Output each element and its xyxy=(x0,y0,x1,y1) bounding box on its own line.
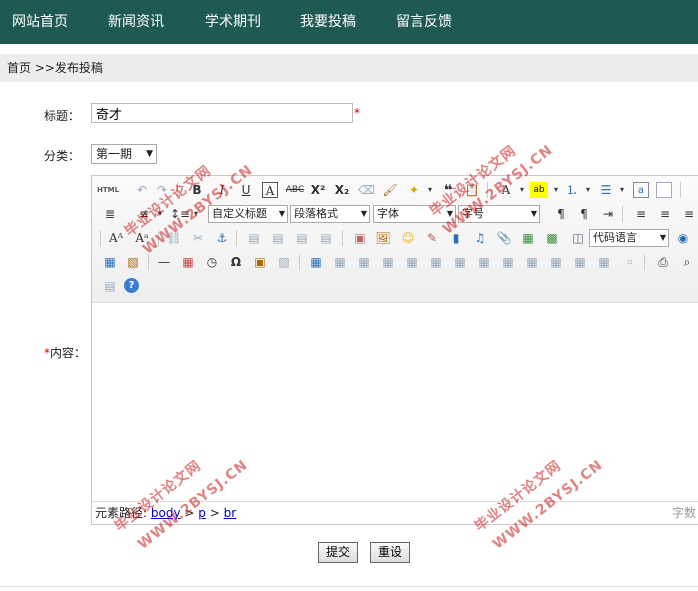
subscript-icon[interactable]: X₂ xyxy=(334,182,350,198)
strikethrough-icon[interactable]: ABC xyxy=(285,182,305,198)
scrawl-icon[interactable]: ✎ xyxy=(424,230,440,246)
insert-paragraph-before-table-icon[interactable]: ▦ xyxy=(356,254,372,270)
print-icon[interactable]: ⎙ xyxy=(655,254,671,270)
merge-cells-icon[interactable]: ▦ xyxy=(476,254,492,270)
snapscreen-icon[interactable]: ▨ xyxy=(276,254,292,270)
undo-icon[interactable]: ↶ xyxy=(134,182,150,198)
unlink-icon[interactable]: ✂ xyxy=(190,230,206,246)
chevron-down-icon[interactable]: ▾ xyxy=(548,182,564,198)
date-icon[interactable]: ▦ xyxy=(180,254,196,270)
merge-right-icon[interactable]: ▦ xyxy=(500,254,516,270)
chevron-down-icon: ▼ xyxy=(360,209,367,218)
select-all-icon[interactable]: a xyxy=(633,182,649,198)
nav-home[interactable]: 网站首页 xyxy=(12,0,68,44)
image-none-icon[interactable]: ▤ xyxy=(246,230,262,246)
nav-news[interactable]: 新闻资讯 xyxy=(108,0,164,44)
footer-divider xyxy=(0,586,698,587)
reset-button[interactable]: 重设 xyxy=(370,542,411,563)
html-source-icon[interactable]: HTML xyxy=(97,182,119,198)
chevron-down-icon: ▼ xyxy=(659,233,666,242)
map-icon[interactable]: ▦ xyxy=(520,230,536,246)
merge-down-icon[interactable]: ▦ xyxy=(524,254,540,270)
delete-row-icon[interactable]: ▦ xyxy=(404,254,420,270)
insert-image-icon[interactable]: 🖼 xyxy=(375,230,391,246)
image-center-icon[interactable]: ▤ xyxy=(318,230,334,246)
split-rows-icon[interactable]: ▦ xyxy=(572,254,588,270)
horizontal-rule-icon[interactable]: — xyxy=(156,254,172,270)
emotion-icon[interactable]: ☺ xyxy=(400,230,416,246)
highlight-color-icon[interactable]: ab xyxy=(530,182,548,198)
image-right-icon[interactable]: ▤ xyxy=(294,230,310,246)
delete-table-icon[interactable]: ▦ xyxy=(332,254,348,270)
template-icon[interactable]: ▦ xyxy=(102,254,118,270)
unordered-list-icon[interactable]: ☰ xyxy=(598,182,614,198)
image-left-icon[interactable]: ▤ xyxy=(270,230,286,246)
word-count: 字数 xyxy=(671,506,696,520)
paste-from-word-icon[interactable]: ▤ xyxy=(102,278,118,294)
category-select[interactable]: 第一期 ▼ xyxy=(91,144,157,164)
nav-submit[interactable]: 我要投稿 xyxy=(300,0,356,44)
custom-heading-dropdown[interactable]: 自定义标题 ▼ xyxy=(208,205,288,223)
gmap-icon[interactable]: ▩ xyxy=(544,230,560,246)
chevron-down-icon[interactable]: ▾ xyxy=(614,182,630,198)
preview-icon[interactable]: ◉ xyxy=(675,230,691,246)
row-spacing-top-icon[interactable]: ≣ xyxy=(102,206,118,222)
help-icon[interactable]: ? xyxy=(124,278,139,293)
title-required-mark: * xyxy=(354,106,360,120)
format-painter-icon[interactable]: 🖌 xyxy=(382,182,398,198)
ordered-list-icon[interactable]: ⒈ xyxy=(564,182,580,198)
eraser-icon[interactable]: ⌫ xyxy=(358,182,375,198)
chevron-down-icon[interactable]: ▾ xyxy=(580,182,596,198)
chevron-down-icon: ▼ xyxy=(146,149,153,159)
superscript-icon[interactable]: X² xyxy=(310,182,326,198)
align-right-icon[interactable]: ≡ xyxy=(681,206,697,222)
delete-col-icon[interactable]: ▦ xyxy=(452,254,468,270)
uppercase-icon[interactable]: Aᴬ xyxy=(108,230,124,246)
wordimage-icon[interactable]: ▣ xyxy=(252,254,268,270)
music-icon[interactable]: ♫ xyxy=(472,230,488,246)
chevron-down-icon: ▼ xyxy=(278,209,285,218)
insert-table-icon[interactable]: ▦ xyxy=(308,254,324,270)
attachment-icon[interactable]: 📎 xyxy=(496,230,512,246)
split-cols-icon[interactable]: ▦ xyxy=(596,254,612,270)
search-replace-icon[interactable]: ⌕ xyxy=(679,254,695,270)
chevron-down-icon: ▼ xyxy=(530,209,537,218)
anchor-icon[interactable]: ⚓ xyxy=(214,230,230,246)
clear-doc-icon[interactable] xyxy=(656,182,672,198)
special-chars-icon[interactable]: Ω xyxy=(228,254,244,270)
auto-format-icon[interactable]: ✦ xyxy=(406,182,422,198)
top-nav: 网站首页 新闻资讯 学术期刊 我要投稿 留言反馈 xyxy=(0,0,698,44)
title-label: 标题： xyxy=(43,109,80,123)
ltr-icon[interactable]: ¶ xyxy=(553,206,569,222)
align-left-icon[interactable]: ≡ xyxy=(633,206,649,222)
content-label-wrap: *内容： xyxy=(44,344,86,361)
submit-button[interactable]: 提交 xyxy=(318,542,359,563)
web-app-icon[interactable]: ◫ xyxy=(570,230,586,246)
nav-feedback[interactable]: 留言反馈 xyxy=(396,0,452,44)
insert-row-icon[interactable]: ▦ xyxy=(380,254,396,270)
indent-icon[interactable]: ⇥ xyxy=(600,206,616,222)
pagebreak-icon[interactable]: ▫ xyxy=(622,254,638,270)
nav-journal[interactable]: 学术期刊 xyxy=(205,0,261,44)
insert-col-icon[interactable]: ▦ xyxy=(428,254,444,270)
code-language-dropdown[interactable]: 代码语言 ▼ xyxy=(589,229,669,247)
paragraph-format-dropdown[interactable]: 段落格式 ▼ xyxy=(290,205,370,223)
split-cells-icon[interactable]: ▦ xyxy=(548,254,564,270)
content-label: 内容： xyxy=(50,346,87,360)
simple-upload-icon[interactable]: ▣ xyxy=(352,230,368,246)
title-input[interactable] xyxy=(91,103,353,123)
rtl-icon[interactable]: ¶ xyxy=(576,206,592,222)
path-br-link[interactable]: br xyxy=(224,506,237,520)
background-icon[interactable]: ▧ xyxy=(125,254,141,270)
time-icon[interactable]: ◷ xyxy=(204,254,220,270)
align-center-icon[interactable]: ≡ xyxy=(657,206,673,222)
category-label: 分类： xyxy=(43,149,80,163)
breadcrumb: 首页 >>发布投稿 xyxy=(0,54,698,82)
font-border-icon[interactable]: A xyxy=(262,182,278,198)
